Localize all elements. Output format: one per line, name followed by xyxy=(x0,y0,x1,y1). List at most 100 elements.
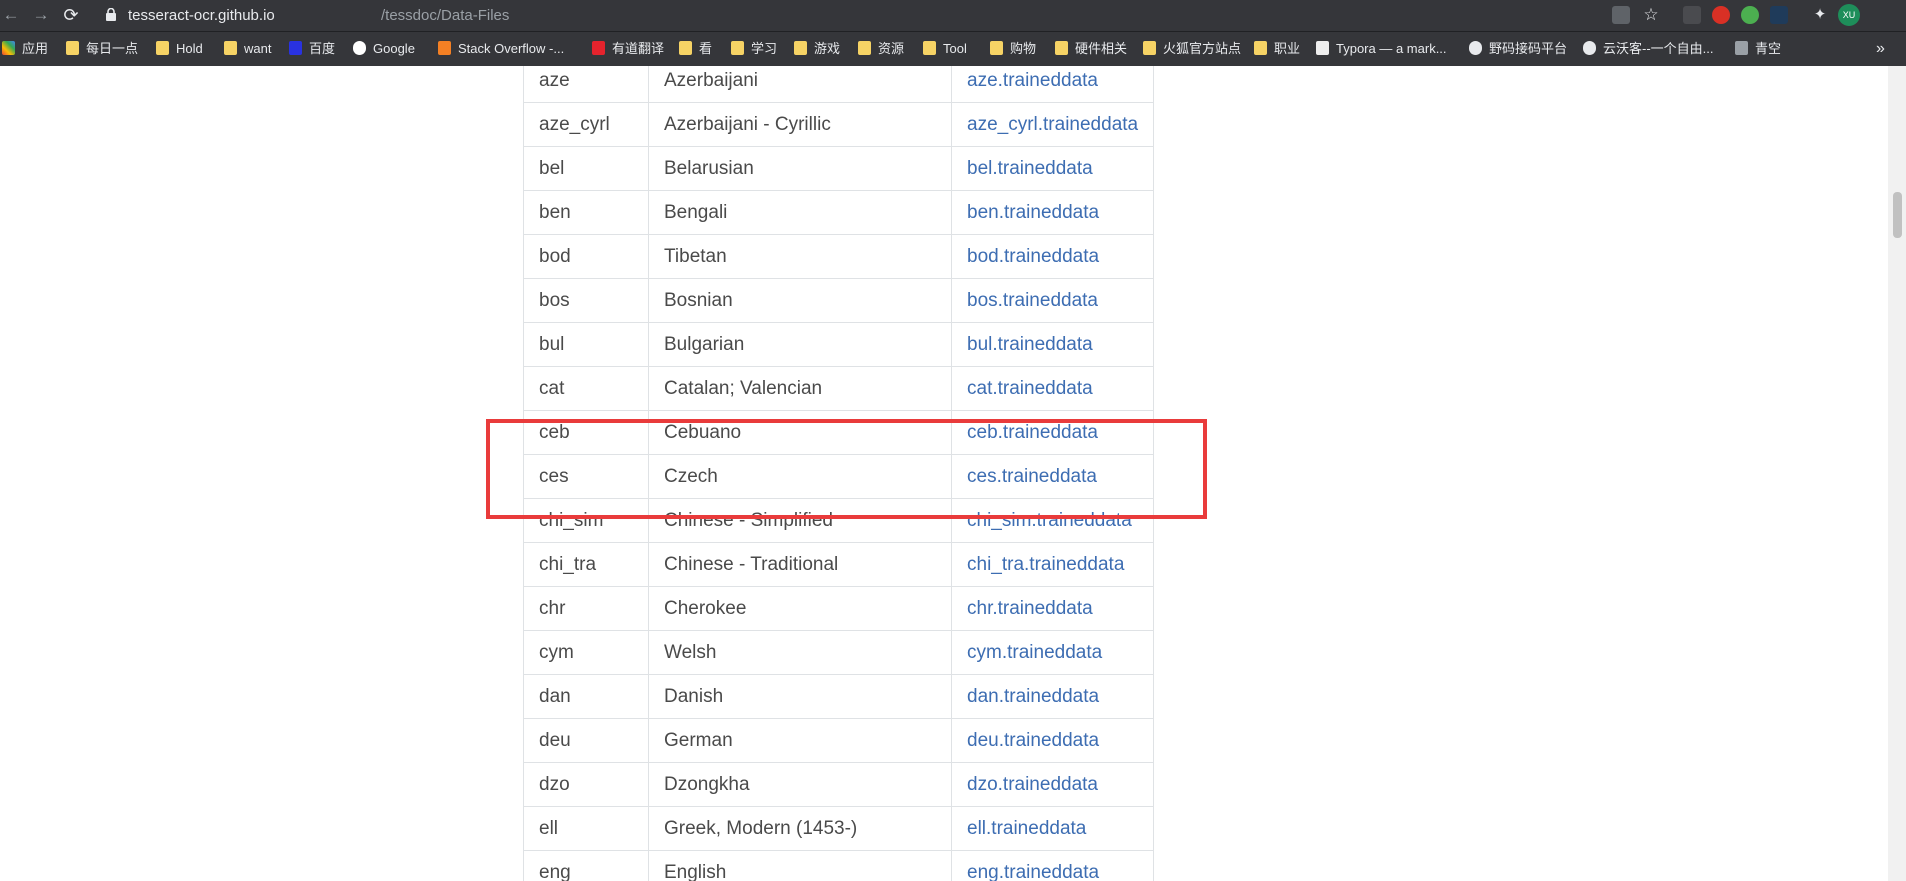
url-host: tesseract-ocr.github.io xyxy=(128,7,275,24)
lang-name: Greek, Modern (1453-) xyxy=(648,806,952,851)
address-bar[interactable]: tesseract-ocr.github.io /tessdoc/Data-Fi… xyxy=(98,3,1638,27)
apps-grid-icon xyxy=(2,41,15,55)
traineddata-link[interactable]: bod.traineddata xyxy=(967,246,1099,267)
vuetify-icon xyxy=(1735,41,1748,55)
traineddata-link[interactable]: bos.traineddata xyxy=(967,290,1098,311)
bookmark-folder[interactable]: 资源 xyxy=(858,40,904,58)
lang-code: dzo xyxy=(523,762,649,807)
traineddata-link[interactable]: chr.traineddata xyxy=(967,598,1093,619)
bookmark-folder[interactable]: Tool xyxy=(923,40,967,58)
lang-code: chr xyxy=(523,586,649,631)
profile-avatar[interactable]: XU xyxy=(1838,4,1860,26)
extensions-puzzle-icon[interactable]: ✦ xyxy=(1811,6,1829,24)
lang-code: bel xyxy=(523,146,649,191)
back-arrow-icon[interactable]: ← xyxy=(0,4,22,26)
folder-icon xyxy=(990,41,1003,55)
table-row: bos Bosnian bos.traineddata xyxy=(523,278,1155,323)
page-viewport: aze Azerbaijani aze.traineddata aze_cyrl Az… xyxy=(0,66,1888,881)
url-path: /tessdoc/Data-Files xyxy=(381,7,510,24)
folder-icon xyxy=(923,41,936,55)
bookmark-folder[interactable]: 购物 xyxy=(990,40,1036,58)
lang-name: Cebuano xyxy=(648,410,952,455)
traineddata-link[interactable]: dzo.traineddata xyxy=(967,774,1098,795)
globe-icon xyxy=(1469,41,1482,55)
table-row: dan Danish dan.traineddata xyxy=(523,674,1155,719)
extension-icon[interactable] xyxy=(1683,6,1701,24)
x-extension-icon[interactable] xyxy=(1770,6,1788,24)
bookmark-site[interactable]: 青空 xyxy=(1735,40,1781,58)
traineddata-link[interactable]: ces.traineddata xyxy=(967,466,1097,487)
traineddata-link[interactable]: ceb.traineddata xyxy=(967,422,1098,443)
bookmark-youdao[interactable]: 有道翻译 xyxy=(592,40,664,58)
bookmark-folder[interactable]: 职业 xyxy=(1254,40,1300,58)
folder-icon xyxy=(1143,41,1156,55)
traineddata-link[interactable]: bul.traineddata xyxy=(967,334,1093,355)
traineddata-link[interactable]: dan.traineddata xyxy=(967,686,1099,707)
bookmark-site[interactable]: 云沃客--一个自由... xyxy=(1583,40,1714,58)
bookmark-site[interactable]: 野码接码平台 xyxy=(1469,40,1567,58)
lang-name: German xyxy=(648,718,952,763)
lang-name: Tibetan xyxy=(648,234,952,279)
folder-icon xyxy=(858,41,871,55)
traineddata-link[interactable]: ben.traineddata xyxy=(967,202,1099,223)
table-row: ben Bengali ben.traineddata xyxy=(523,190,1155,235)
table-row: dzo Dzongkha dzo.traineddata xyxy=(523,762,1155,807)
folder-icon xyxy=(224,41,237,55)
lang-name: Welsh xyxy=(648,630,952,675)
traineddata-link[interactable]: aze_cyrl.traineddata xyxy=(967,114,1138,135)
scrollbar-thumb[interactable] xyxy=(1893,192,1902,238)
lang-code: bos xyxy=(523,278,649,323)
lang-code: ces xyxy=(523,454,649,499)
bookmark-typora[interactable]: Typora — a mark... xyxy=(1316,40,1447,58)
traineddata-link[interactable]: bel.traineddata xyxy=(967,158,1093,179)
lang-code: bul xyxy=(523,322,649,367)
lock-icon xyxy=(106,8,116,21)
reload-icon[interactable]: ⟳ xyxy=(60,4,82,26)
lang-name: Belarusian xyxy=(648,146,952,191)
table-row: deu German deu.traineddata xyxy=(523,718,1155,763)
traineddata-link[interactable]: ell.traineddata xyxy=(967,818,1086,839)
vertical-scrollbar[interactable] xyxy=(1888,66,1906,881)
bookmarks-overflow-button[interactable]: » xyxy=(1876,40,1885,58)
lang-name: Bosnian xyxy=(648,278,952,323)
lang-code: bod xyxy=(523,234,649,279)
folder-icon xyxy=(1254,41,1267,55)
folder-icon xyxy=(679,41,692,55)
lang-name: Dzongkha xyxy=(648,762,952,807)
lang-name: Azerbaijani xyxy=(648,66,952,103)
adblock-extension-icon[interactable] xyxy=(1712,6,1730,24)
bookmark-baidu[interactable]: 百度 xyxy=(289,40,335,58)
lang-code: cym xyxy=(523,630,649,675)
bookmark-folder[interactable]: Hold xyxy=(156,40,203,58)
translate-icon[interactable] xyxy=(1612,6,1630,24)
colorful-extension-icon[interactable] xyxy=(1741,6,1759,24)
google-icon xyxy=(353,41,366,55)
bookmark-folder[interactable]: want xyxy=(224,40,271,58)
bookmark-folder[interactable]: 看 xyxy=(679,40,712,58)
bookmark-folder[interactable]: 火狐官方站点 xyxy=(1143,40,1241,58)
traineddata-link[interactable]: chi_tra.traineddata xyxy=(967,554,1124,575)
bookmark-stackoverflow[interactable]: Stack Overflow -... xyxy=(438,40,564,58)
traineddata-link[interactable]: aze.traineddata xyxy=(967,70,1098,91)
bookmark-folder[interactable]: 游戏 xyxy=(794,40,840,58)
bookmark-star-icon[interactable]: ☆ xyxy=(1642,6,1660,24)
folder-icon xyxy=(794,41,807,55)
bookmark-google[interactable]: Google xyxy=(353,40,415,58)
table-row: ell Greek, Modern (1453-) ell.traineddata xyxy=(523,806,1155,851)
forward-arrow-icon[interactable]: → xyxy=(30,4,52,26)
bookmark-folder[interactable]: 学习 xyxy=(731,40,777,58)
lang-code: dan xyxy=(523,674,649,719)
bookmark-folder[interactable]: 硬件相关 xyxy=(1055,40,1127,58)
table-row: chi_sim Chinese - Simplified chi_sim.train… xyxy=(523,498,1155,543)
bookmark-apps[interactable]: 应用 xyxy=(2,40,48,58)
globe-icon xyxy=(1583,41,1596,55)
lang-code: chi_tra xyxy=(523,542,649,587)
table-row: ceb Cebuano ceb.traineddata xyxy=(523,410,1155,455)
traineddata-link[interactable]: chi_sim.traineddata xyxy=(967,510,1132,531)
traineddata-link[interactable]: cat.traineddata xyxy=(967,378,1093,399)
folder-icon xyxy=(66,41,79,55)
traineddata-link[interactable]: eng.traineddata xyxy=(967,862,1099,881)
traineddata-link[interactable]: cym.traineddata xyxy=(967,642,1102,663)
bookmark-folder[interactable]: 每日一点 xyxy=(66,40,138,58)
traineddata-link[interactable]: deu.traineddata xyxy=(967,730,1099,751)
